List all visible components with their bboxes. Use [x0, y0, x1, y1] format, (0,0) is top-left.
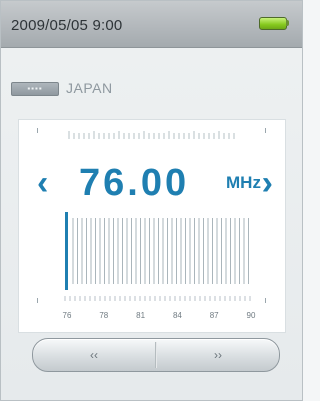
scale-labels: 76 78 81 84 87 90 — [62, 311, 256, 323]
frequency-row: ‹ 76.00 MHz › — [19, 160, 285, 206]
tuner-panel: ‹ 76.00 MHz › 76 78 81 84 87 90 — [18, 119, 286, 333]
scale-label: 78 — [99, 311, 109, 320]
status-datetime: 2009/05/05 9:00 — [11, 17, 123, 34]
fine-tune-dial — [68, 131, 235, 139]
battery-icon — [259, 17, 287, 30]
frequency-value: 76.00 — [79, 162, 190, 204]
rewind-icon: ‹‹ — [90, 348, 98, 362]
panel-corner-mark — [265, 128, 266, 133]
tuning-indicator — [65, 212, 68, 290]
next-station-button[interactable]: ›› — [157, 339, 279, 371]
seek-down-arrow-icon[interactable]: ‹ — [37, 160, 48, 206]
battery-tip — [286, 20, 289, 26]
panel-corner-mark — [37, 128, 38, 133]
previous-station-button[interactable]: ‹‹ — [33, 339, 155, 371]
frequency-scale — [64, 212, 251, 301]
scale-label: 84 — [172, 311, 182, 320]
status-bar: 2009/05/05 9:00 — [1, 1, 302, 48]
frequency-unit: MHz — [226, 173, 261, 192]
panel-corner-mark — [265, 298, 266, 303]
scale-label: 87 — [209, 311, 219, 320]
fast-forward-icon: ›› — [214, 348, 222, 362]
region-badge-icon: ▪▪▪▪ — [11, 82, 59, 96]
seek-up-arrow-icon[interactable]: › — [262, 160, 273, 206]
transport-controls: ‹‹ ›› — [32, 338, 280, 372]
scale-label: 76 — [62, 311, 72, 320]
panel-corner-mark — [37, 298, 38, 303]
scale-label: 81 — [136, 311, 146, 320]
scale-label: 90 — [246, 311, 256, 320]
fm-radio-screen: 2009/05/05 9:00 ▪▪▪▪ JAPAN ‹ 76.00 MHz ›… — [0, 0, 303, 401]
region-name: JAPAN — [66, 80, 113, 96]
